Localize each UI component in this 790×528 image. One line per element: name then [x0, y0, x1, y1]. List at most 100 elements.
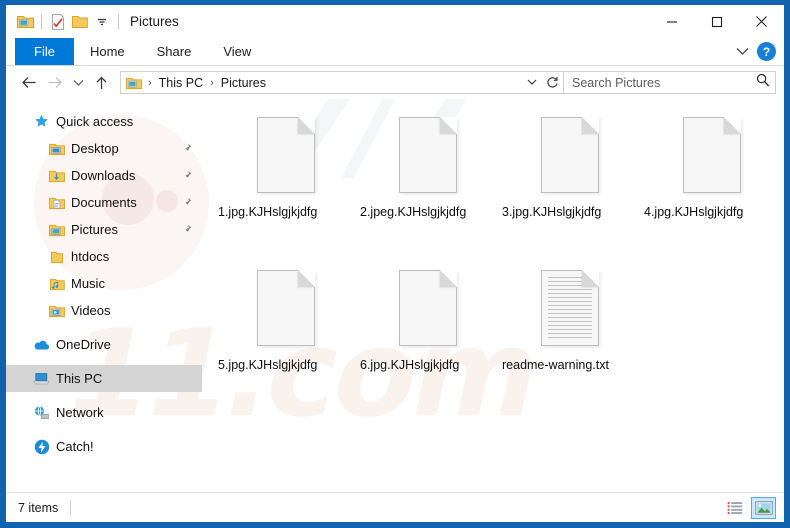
title-bar: Pictures	[6, 5, 784, 38]
file-name: readme-warning.txt	[502, 358, 609, 372]
toolbar-separator	[41, 14, 42, 29]
pin-icon[interactable]	[180, 170, 192, 182]
sidebar-item-desktop[interactable]: Desktop	[6, 135, 202, 162]
file-grid: 1.jpg.KJHslgjkjdfg 2.jpeg.KJHslgjkjdfg 3…	[214, 113, 784, 419]
sidebar-item-downloads[interactable]: Downloads	[6, 162, 202, 189]
file-name: 5.jpg.KJHslgjkjdfg	[218, 358, 318, 372]
address-bar: › This PC › Pictures	[6, 66, 784, 99]
properties-icon[interactable]	[48, 12, 68, 32]
back-button[interactable]	[16, 70, 42, 96]
breadcrumb-dropdown-icon[interactable]	[521, 72, 542, 93]
blank-file-icon	[677, 115, 745, 199]
ribbon-tabs: File Home Share View ?	[6, 38, 784, 66]
sidebar-item-quick-access[interactable]: Quick access	[6, 108, 202, 135]
sidebar-item-label: OneDrive	[56, 337, 111, 352]
sidebar-item-htdocs[interactable]: htdocs	[6, 243, 202, 270]
file-item[interactable]: 4.jpg.KJHslgjkjdfg	[640, 113, 782, 266]
folder-downloads-icon	[48, 167, 65, 184]
breadcrumb-item-this-pc[interactable]: This PC	[157, 76, 205, 90]
file-item[interactable]: 1.jpg.KJHslgjkjdfg	[214, 113, 356, 266]
pin-icon[interactable]	[180, 197, 192, 209]
blank-file-icon	[251, 268, 319, 352]
computer-icon	[33, 370, 50, 387]
recent-locations-icon[interactable]	[68, 70, 88, 96]
blank-file-icon	[393, 115, 461, 199]
sidebar-item-music[interactable]: Music	[6, 270, 202, 297]
customize-dropdown-icon[interactable]	[92, 12, 112, 32]
file-item[interactable]: 2.jpeg.KJHslgjkjdfg	[356, 113, 498, 266]
sidebar-item-label: Quick access	[56, 114, 134, 129]
window-body: Quick access Desktop Downloads Documents…	[6, 99, 784, 492]
sidebar-item-network[interactable]: Network	[6, 399, 202, 426]
breadcrumb-item-pictures[interactable]: Pictures	[219, 76, 268, 90]
status-divider	[70, 500, 72, 515]
tab-file[interactable]: File	[15, 38, 74, 65]
search-input[interactable]	[572, 75, 756, 90]
refresh-icon[interactable]	[542, 72, 563, 93]
folder-pictures-icon	[48, 221, 65, 238]
tab-view[interactable]: View	[207, 38, 267, 65]
up-button[interactable]	[88, 70, 114, 96]
pin-icon[interactable]	[180, 143, 192, 155]
folder-videos-icon	[48, 302, 65, 319]
sidebar-item-onedrive[interactable]: OneDrive	[6, 331, 202, 358]
file-list-view[interactable]: 1.jpg.KJHslgjkjdfg 2.jpeg.KJHslgjkjdfg 3…	[202, 99, 784, 492]
sidebar-item-this-pc[interactable]: This PC	[6, 365, 202, 392]
new-folder-icon[interactable]	[70, 12, 90, 32]
sidebar-item-label: Downloads	[71, 168, 136, 183]
sidebar-item-videos[interactable]: Videos	[6, 297, 202, 324]
sidebar-item-label: Music	[71, 276, 105, 291]
sidebar-item-label: Network	[56, 405, 104, 420]
ribbon-right-controls: ?	[730, 38, 784, 65]
folder-icon	[48, 248, 65, 265]
details-view-button[interactable]	[723, 497, 748, 519]
star-icon	[33, 113, 50, 130]
pictures-folder-icon[interactable]	[15, 12, 35, 32]
explorer-window: 7/7 11.com Pictures File Home Share View…	[0, 0, 790, 528]
search-box[interactable]	[564, 71, 776, 94]
sidebar-item-catch[interactable]: Catch!	[6, 433, 202, 460]
view-buttons	[723, 496, 776, 519]
blank-file-icon	[251, 115, 319, 199]
sidebar-item-documents[interactable]: Documents	[6, 189, 202, 216]
blank-file-icon	[393, 268, 461, 352]
forward-button[interactable]	[42, 70, 68, 96]
file-item[interactable]: 3.jpg.KJHslgjkjdfg	[498, 113, 640, 266]
breadcrumb[interactable]: › This PC › Pictures	[120, 71, 564, 94]
file-name: 6.jpg.KJHslgjkjdfg	[360, 358, 460, 372]
tab-home[interactable]: Home	[74, 38, 141, 65]
maximize-button[interactable]	[694, 5, 739, 38]
file-name: 1.jpg.KJHslgjkjdfg	[218, 205, 318, 219]
sidebar-item-label: Documents	[71, 195, 137, 210]
window-inner: 7/7 11.com Pictures File Home Share View…	[6, 5, 784, 522]
text-file-icon	[535, 268, 603, 352]
chevron-down-icon[interactable]	[730, 40, 754, 64]
cloud-icon	[33, 336, 50, 353]
navigation-pane[interactable]: Quick access Desktop Downloads Documents…	[6, 99, 202, 492]
large-icons-view-button[interactable]	[751, 496, 776, 519]
breadcrumb-separator: ›	[210, 76, 214, 89]
sidebar-item-label: Pictures	[71, 222, 118, 237]
sidebar-item-label: Desktop	[71, 141, 119, 156]
item-count-label: 7 items	[18, 500, 59, 515]
file-name: 3.jpg.KJHslgjkjdfg	[502, 205, 602, 219]
folder-music-icon	[48, 275, 65, 292]
file-item[interactable]: readme-warning.txt	[498, 266, 640, 419]
search-icon	[756, 73, 770, 92]
sidebar-item-pictures[interactable]: Pictures	[6, 216, 202, 243]
minimize-button[interactable]	[649, 5, 694, 38]
window-title: Pictures	[130, 14, 179, 29]
file-name: 2.jpeg.KJHslgjkjdfg	[360, 205, 467, 219]
file-item[interactable]: 5.jpg.KJHslgjkjdfg	[214, 266, 356, 419]
close-button[interactable]	[739, 5, 784, 38]
tab-share[interactable]: Share	[141, 38, 208, 65]
quick-access-toolbar	[6, 12, 123, 32]
folder-desktop-icon	[48, 140, 65, 157]
pin-icon[interactable]	[180, 224, 192, 236]
toolbar-separator	[118, 14, 119, 29]
help-icon[interactable]: ?	[757, 42, 776, 61]
sidebar-item-label: htdocs	[71, 249, 110, 264]
file-item[interactable]: 6.jpg.KJHslgjkjdfg	[356, 266, 498, 419]
blank-file-icon	[535, 115, 603, 199]
